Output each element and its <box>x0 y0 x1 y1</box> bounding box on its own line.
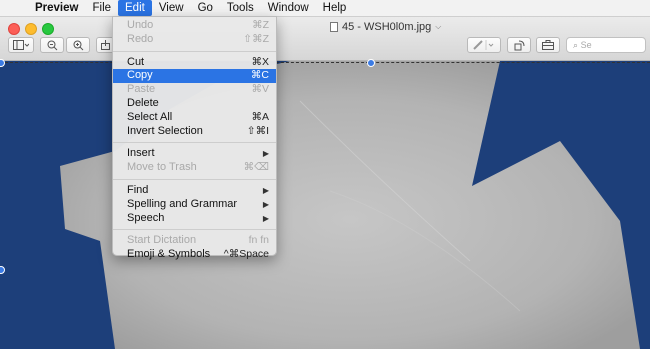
menu-tools[interactable]: Tools <box>220 0 261 16</box>
menu-item-move-to-trash[interactable]: Move to Trash ⌘⌫ <box>113 161 276 175</box>
zoom-in-button[interactable] <box>66 37 90 53</box>
menu-view[interactable]: View <box>152 0 191 16</box>
zoom-in-icon <box>73 40 83 50</box>
search-field[interactable]: ⌕ Se <box>566 37 646 53</box>
menu-item-start-dictation[interactable]: Start Dictation fn fn <box>113 234 276 248</box>
submenu-arrow-icon: ▶ <box>262 149 269 159</box>
menu-file[interactable]: File <box>85 0 118 16</box>
menu-preview[interactable]: Preview <box>28 0 85 16</box>
menu-go[interactable]: Go <box>191 0 220 16</box>
toolbox-icon <box>542 40 554 50</box>
menu-bar: Preview File Edit View Go Tools Window H… <box>0 0 650 17</box>
window-toolbar: 45 - WSH0l0m.jpg ⌵ ⌕ Se <box>0 17 650 61</box>
rotate-button[interactable] <box>507 37 531 53</box>
menu-item-undo[interactable]: Undo ⌘Z <box>113 19 276 33</box>
search-placeholder: Se <box>580 40 592 50</box>
search-icon: ⌕ <box>573 40 579 50</box>
minimize-window-button[interactable] <box>25 23 37 35</box>
rotate-icon <box>514 40 524 50</box>
document-icon <box>330 22 338 32</box>
submenu-arrow-icon: ▶ <box>262 213 269 223</box>
menu-item-select-all[interactable]: Select All ⌘A <box>113 111 276 125</box>
menu-item-speech[interactable]: Speech ▶ <box>113 212 276 226</box>
menu-separator <box>113 50 276 52</box>
menu-separator <box>113 178 276 180</box>
menu-item-spelling-and-grammar[interactable]: Spelling and Grammar ▶ <box>113 198 276 212</box>
submenu-arrow-icon: ▶ <box>262 185 269 195</box>
map-image <box>0 61 650 349</box>
document-title[interactable]: 45 - WSH0l0m.jpg ⌵ <box>330 21 441 33</box>
pen-icon <box>473 40 494 50</box>
sidebar-toggle-button[interactable] <box>8 37 34 53</box>
close-window-button[interactable] <box>8 23 20 35</box>
menu-item-insert[interactable]: Insert ▶ <box>113 147 276 161</box>
traffic-lights <box>8 23 54 35</box>
chevron-down-icon: ⌵ <box>435 22 442 31</box>
menu-item-copy[interactable]: Copy ⌘C <box>113 69 276 84</box>
edit-menu-dropdown: Undo ⌘Z Redo ⇧⌘Z Cut ⌘X Copy ⌘C Paste ⌘V Dele… <box>112 16 277 260</box>
menu-item-emoji-and-symbols[interactable]: Emoji & Symbols ^⌘Space <box>113 248 276 262</box>
menu-edit[interactable]: Edit <box>118 0 152 16</box>
submenu-arrow-icon: ▶ <box>262 199 269 209</box>
selection-border <box>0 62 650 63</box>
image-canvas[interactable] <box>0 61 650 349</box>
menu-item-delete[interactable]: Delete <box>113 97 276 111</box>
menu-item-invert-selection[interactable]: Invert Selection ⇧⌘I <box>113 125 276 139</box>
sidebar-icon <box>13 40 29 50</box>
menu-item-cut[interactable]: Cut ⌘X <box>113 56 276 70</box>
document-title-text: 45 - WSH0l0m.jpg <box>342 21 432 33</box>
toolbox-button[interactable] <box>536 37 560 53</box>
zoom-out-button[interactable] <box>40 37 64 53</box>
menu-separator <box>113 229 276 231</box>
zoom-window-button[interactable] <box>42 23 54 35</box>
zoom-out-icon <box>47 40 57 50</box>
menu-help[interactable]: Help <box>316 0 354 16</box>
menu-item-redo[interactable]: Redo ⇧⌘Z <box>113 33 276 47</box>
share-icon <box>100 40 110 50</box>
selection-handle-top[interactable] <box>367 59 375 67</box>
markup-pen-button[interactable] <box>467 37 501 53</box>
menu-separator <box>113 142 276 144</box>
menu-item-find[interactable]: Find ▶ <box>113 184 276 198</box>
menu-item-paste[interactable]: Paste ⌘V <box>113 83 276 97</box>
menu-window[interactable]: Window <box>261 0 316 16</box>
